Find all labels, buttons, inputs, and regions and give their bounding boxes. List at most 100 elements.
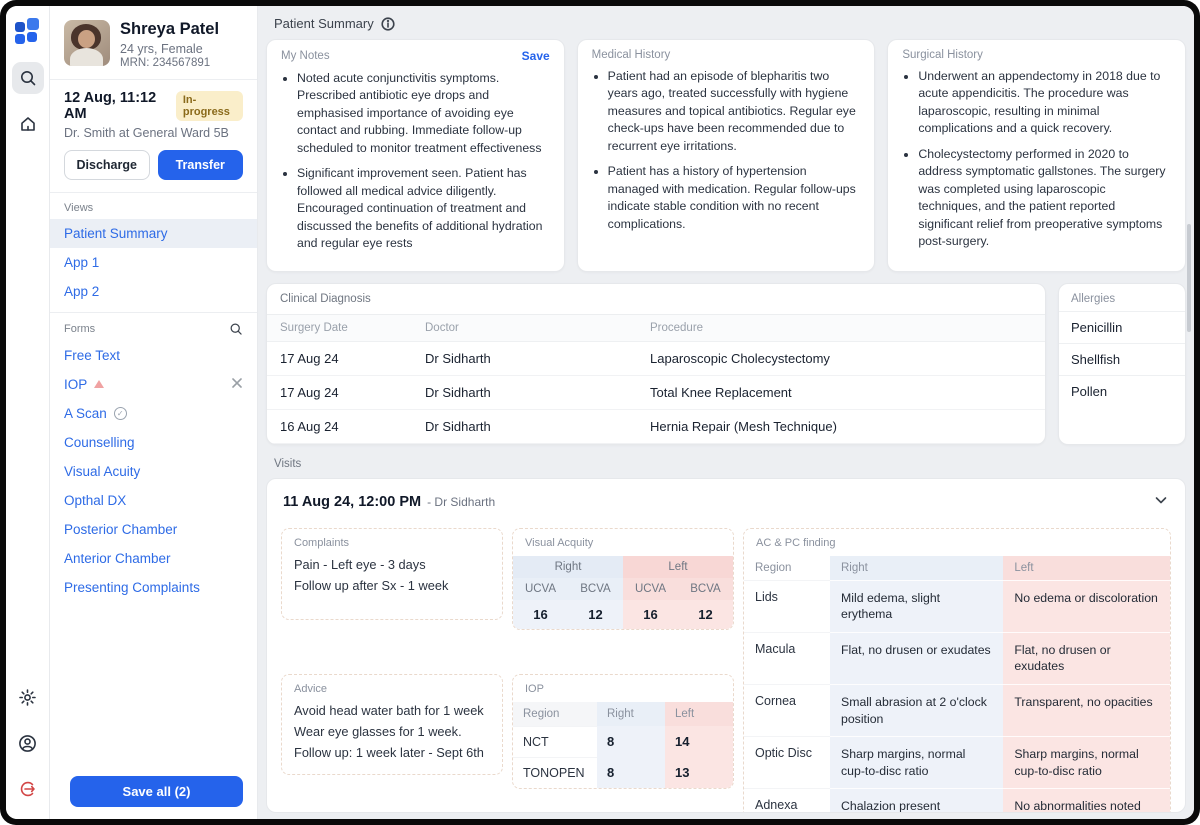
- region-cell: TONOPEN: [513, 757, 597, 788]
- eye-header-left: Left: [623, 556, 733, 578]
- nav-label: Anterior Chamber: [64, 551, 171, 566]
- forms-item-posterior-chamber[interactable]: Posterior Chamber: [50, 515, 257, 544]
- history-bullet: Patient has a history of hypertension ma…: [608, 163, 861, 233]
- nav-label: Counselling: [64, 435, 135, 450]
- patient-meta: 24 yrs, Female: [120, 42, 219, 56]
- finding-cell: Mild edema, slight erythema: [830, 580, 1003, 632]
- forms-item-visual-acuity[interactable]: Visual Acuity: [50, 457, 257, 486]
- warning-icon: [94, 380, 104, 388]
- transfer-button[interactable]: Transfer: [158, 150, 244, 180]
- medical-history-title: Medical History: [592, 49, 671, 61]
- history-bullet: Cholecystectomy performed in 2020 to add…: [918, 146, 1171, 251]
- forms-item-anterior-chamber[interactable]: Anterior Chamber: [50, 544, 257, 573]
- forms-item-counselling[interactable]: Counselling: [50, 428, 257, 457]
- advice-line: Avoid head water bath for 1 week: [294, 700, 490, 721]
- logout-icon[interactable]: [12, 773, 44, 805]
- sub-header: UCVA: [513, 578, 568, 600]
- advice-line: Wear eye glasses for 1 week.: [294, 721, 490, 742]
- info-icon[interactable]: [381, 17, 395, 31]
- region-cell: Adnexa: [744, 788, 830, 813]
- close-icon[interactable]: [231, 377, 243, 392]
- region-cell: NCT: [513, 726, 597, 757]
- va-value: 12: [568, 600, 623, 629]
- table-cell: Dr Sidharth: [412, 376, 637, 410]
- iop-value: 8: [597, 726, 665, 757]
- page-title: Patient Summary: [274, 16, 374, 31]
- sidebar-item-app-2[interactable]: App 2: [50, 277, 257, 306]
- visual-acuity-card: Visual Acquity Right Left UCVA BCVA UCVA…: [512, 528, 734, 630]
- advice-line: Follow up: 1 week later - Sept 6th: [294, 742, 490, 763]
- region-cell: Lids: [744, 580, 830, 632]
- nav-label: Free Text: [64, 348, 120, 363]
- column-header: Region: [744, 556, 830, 580]
- history-bullet: Underwent an appendectomy in 2018 due to…: [918, 68, 1171, 138]
- clinical-diagnosis-title: Clinical Diagnosis: [267, 284, 1045, 315]
- save-all-button[interactable]: Save all (2): [70, 776, 243, 807]
- save-notes-button[interactable]: Save: [522, 49, 550, 63]
- finding-cell: Flat, no drusen or exudates: [830, 632, 1003, 684]
- table-cell: Dr Sidharth: [412, 410, 637, 444]
- sub-header: BCVA: [678, 578, 733, 600]
- nav-label: Presenting Complaints: [64, 580, 200, 595]
- sub-header: BCVA: [568, 578, 623, 600]
- scrollbar-thumb[interactable]: [1187, 224, 1191, 332]
- my-notes-title: My Notes: [281, 50, 330, 62]
- forms-item-opthal-dx[interactable]: Opthal DX: [50, 486, 257, 515]
- column-header: Left: [1003, 556, 1170, 580]
- va-value: 16: [623, 600, 678, 629]
- history-bullet: Patient had an episode of blepharitis tw…: [608, 68, 861, 155]
- table-cell: 17 Aug 24: [267, 342, 412, 376]
- finding-cell: Chalazion present: [830, 788, 1003, 813]
- iop-title: IOP: [513, 675, 733, 698]
- column-header: Right: [597, 702, 665, 726]
- chevron-down-icon[interactable]: [1153, 492, 1169, 513]
- patient-mrn: MRN: 234567891: [120, 57, 219, 69]
- column-header: Right: [830, 556, 1003, 580]
- finding-cell: Transparent, no opacities: [1003, 684, 1170, 736]
- allergies-title: Allergies: [1059, 284, 1185, 311]
- advice-card: Advice Avoid head water bath for 1 week …: [281, 674, 503, 774]
- home-icon[interactable]: [12, 108, 44, 140]
- finding-cell: No abnormalities noted: [1003, 788, 1170, 813]
- iop-value: 8: [597, 757, 665, 788]
- my-notes-card: My Notes Save Noted acute conjunctivitis…: [266, 39, 565, 272]
- nav-label: Opthal DX: [64, 493, 126, 508]
- sidebar-item-app-1[interactable]: App 1: [50, 248, 257, 277]
- sidebar-item-patient-summary[interactable]: Patient Summary: [50, 219, 257, 248]
- visit-doctor: - Dr Sidharth: [427, 495, 495, 509]
- column-header: Region: [513, 702, 597, 726]
- forms-search-icon[interactable]: [229, 322, 243, 336]
- eye-header-right: Right: [513, 556, 623, 578]
- profile-icon[interactable]: [12, 727, 44, 759]
- status-badge: In-progress: [176, 91, 243, 121]
- discharge-button[interactable]: Discharge: [64, 150, 150, 180]
- visits-section-label: Visits: [258, 445, 1194, 478]
- app-logo-icon: [15, 18, 41, 44]
- nav-label: Visual Acuity: [64, 464, 140, 479]
- app-frame: Shreya Patel 24 yrs, Female MRN: 2345678…: [0, 0, 1200, 825]
- iop-card: IOP Region Right Left NCT 8 14 TONOPEN 8…: [512, 674, 734, 789]
- encounter-location: Dr. Smith at General Ward 5B: [64, 126, 243, 140]
- forms-item-free-text[interactable]: Free Text: [50, 341, 257, 370]
- nav-label: IOP: [64, 377, 87, 392]
- nav-label: Patient Summary: [64, 226, 168, 241]
- forms-item-a-scan[interactable]: A Scan ✓: [50, 399, 257, 428]
- forms-item-iop[interactable]: IOP: [50, 370, 257, 399]
- settings-gear-icon[interactable]: [12, 681, 44, 713]
- search-icon[interactable]: [12, 62, 44, 94]
- surgical-history-title: Surgical History: [902, 49, 983, 61]
- note-bullet: Significant improvement seen. Patient ha…: [297, 165, 550, 252]
- table-cell: 17 Aug 24: [267, 376, 412, 410]
- advice-title: Advice: [282, 675, 502, 698]
- ac-pc-title: AC & PC finding: [744, 529, 1170, 552]
- forms-item-presenting-complaints[interactable]: Presenting Complaints: [50, 573, 257, 602]
- check-circle-icon: ✓: [114, 407, 127, 420]
- allergy-item: Shellfish: [1059, 343, 1185, 375]
- nav-label: App 1: [64, 255, 99, 270]
- patient-photo: [64, 20, 110, 66]
- va-value: 12: [678, 600, 733, 629]
- sidebar: Shreya Patel 24 yrs, Female MRN: 2345678…: [50, 6, 258, 819]
- complaints-title: Complaints: [282, 529, 502, 552]
- forms-section-label: Forms: [64, 323, 95, 335]
- finding-cell: No edema or discoloration: [1003, 580, 1170, 632]
